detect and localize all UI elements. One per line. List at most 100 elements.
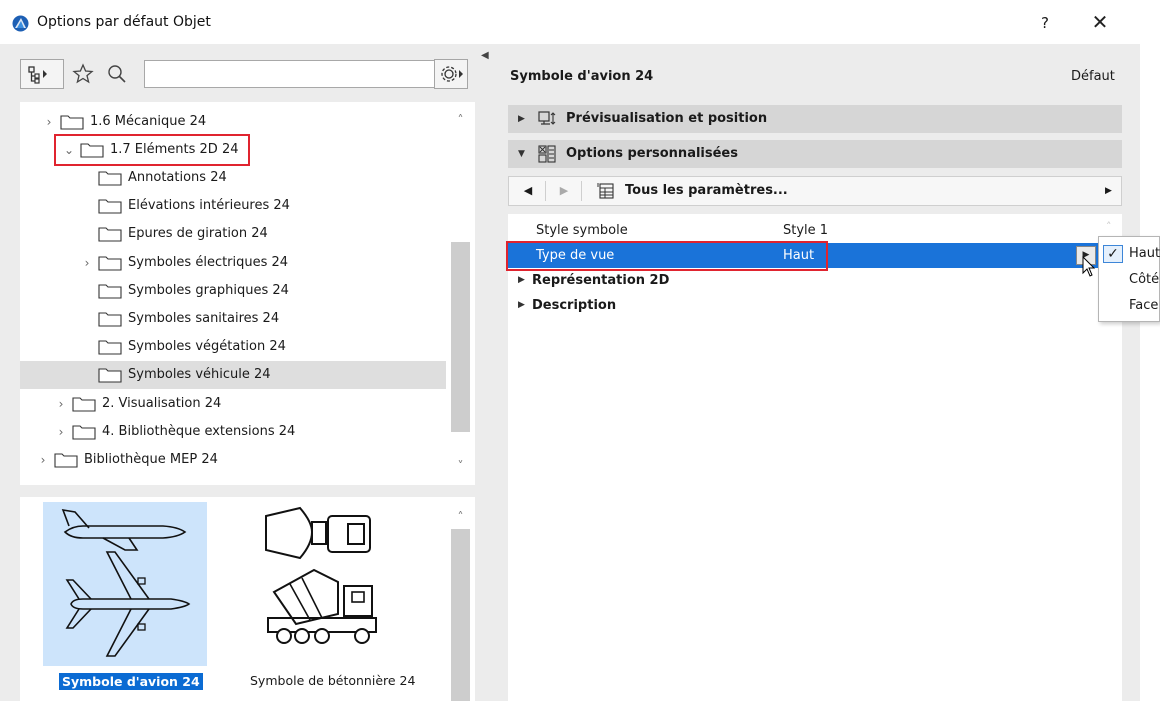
triangle-right-icon: ▶ xyxy=(518,275,525,285)
archicad-logo-icon xyxy=(12,15,29,32)
scroll-thumb[interactable] xyxy=(451,242,470,432)
default-label: Défaut xyxy=(1071,69,1115,84)
settings-pane: Symbole d'avion 24 Défaut ▶ Prévisualisa… xyxy=(506,44,1140,701)
object-preview-grid: Symbole d'avion 24 Symbole de bétonnière… xyxy=(20,497,475,701)
chevron-right-icon[interactable]: › xyxy=(80,249,94,277)
tree-item[interactable]: Annotations 24 xyxy=(20,164,446,192)
scroll-thumb[interactable] xyxy=(451,529,470,701)
parameter-value[interactable]: Style 1 xyxy=(783,218,828,243)
chevron-right-icon[interactable]: › xyxy=(54,390,68,418)
folder-icon xyxy=(98,312,122,327)
library-tree: › 1.6 Mécanique 24 ⌄ 1.7 Eléments 2D 24 … xyxy=(20,102,475,485)
folder-view-button[interactable] xyxy=(20,59,64,89)
scroll-up-arrow-icon[interactable]: ˄ xyxy=(446,507,475,527)
folder-icon xyxy=(60,115,84,130)
folder-icon xyxy=(98,284,122,299)
tree-item-label: Symboles graphiques 24 xyxy=(128,283,289,298)
library-toolbar xyxy=(20,57,476,93)
tree-item[interactable]: Epures de giration 24 xyxy=(20,220,446,248)
tree-item-label: 1.6 Mécanique 24 xyxy=(90,114,207,129)
tree-item-label: Elévations intérieures 24 xyxy=(128,198,290,213)
folder-icon xyxy=(72,397,96,412)
highlight-box xyxy=(54,134,250,166)
chevron-right-icon[interactable]: › xyxy=(36,446,50,474)
folder-icon xyxy=(98,340,122,355)
divider xyxy=(581,181,582,201)
tree-item[interactable]: › Symboles électriques 24 xyxy=(20,249,446,277)
menu-item-face[interactable]: Face xyxy=(1099,293,1160,319)
mouse-cursor-icon xyxy=(1082,256,1096,277)
back-arrow-icon[interactable]: ◀ xyxy=(517,180,539,202)
tree-item-label: 2. Visualisation 24 xyxy=(102,396,222,411)
section-custom-options[interactable]: ▼ Options personnalisées xyxy=(508,140,1122,168)
forward-arrow-icon[interactable]: ▶ xyxy=(553,180,575,202)
section-label: Options personnalisées xyxy=(566,146,738,161)
triangle-right-icon: ▶ xyxy=(518,114,525,124)
tree-scrollbar[interactable]: ˄ ˅ xyxy=(446,102,475,485)
object-thumbnail[interactable]: Symbole de bétonnière 24 xyxy=(240,502,415,698)
help-button[interactable]: ? xyxy=(1030,10,1060,36)
folder-icon xyxy=(98,199,122,214)
tree-item[interactable]: Symboles graphiques 24 xyxy=(20,277,446,305)
folder-icon xyxy=(98,227,122,242)
triangle-down-icon: ▼ xyxy=(518,149,525,159)
object-name: Symbole d'avion 24 xyxy=(510,69,654,84)
chevron-right-icon[interactable]: › xyxy=(54,418,68,446)
scroll-down-arrow-icon[interactable]: ˅ xyxy=(446,456,475,476)
preview-scrollbar[interactable]: ˄ xyxy=(446,497,475,701)
tree-item-label: Symboles végétation 24 xyxy=(128,339,286,354)
dropdown-arrow-icon[interactable]: ▶ xyxy=(1105,177,1112,205)
favorites-button[interactable] xyxy=(70,61,96,87)
menu-item-cote[interactable]: Côté xyxy=(1099,267,1160,293)
object-thumbnail[interactable]: Symbole d'avion 24 xyxy=(43,502,207,698)
scroll-up-arrow-icon[interactable]: ˄ xyxy=(1106,220,1112,233)
tree-item[interactable]: Elévations intérieures 24 xyxy=(20,192,446,220)
folder-tree-icon xyxy=(28,66,47,84)
tree-item[interactable]: › 4. Bibliothèque extensions 24 xyxy=(20,418,446,446)
preview-position-icon xyxy=(538,111,556,125)
section-preview-position[interactable]: ▶ Prévisualisation et position xyxy=(508,105,1122,133)
folder-icon xyxy=(98,256,122,271)
tree-item-label: Epures de giration 24 xyxy=(128,226,268,241)
title-bar: Options par défaut Objet ? ✕ xyxy=(0,0,1160,44)
pane-splitter-arrow[interactable]: ◀ xyxy=(481,50,489,64)
library-settings-button[interactable] xyxy=(434,59,468,89)
parameter-list-icon xyxy=(597,183,614,199)
search-button[interactable] xyxy=(104,61,130,87)
menu-item-label: Face xyxy=(1129,298,1159,313)
parameter-row[interactable]: Style symbole Style 1 xyxy=(508,218,1102,243)
object-thumbnail-label: Symbole de bétonnière 24 xyxy=(250,673,416,688)
menu-item-haut[interactable]: ✓ Haut xyxy=(1099,241,1160,267)
custom-options-icon xyxy=(538,145,556,163)
all-parameters-label[interactable]: Tous les paramètres... xyxy=(625,177,788,205)
tree-item-label: Annotations 24 xyxy=(128,170,227,185)
scroll-up-arrow-icon[interactable]: ˄ xyxy=(446,110,475,130)
group-label: Représentation 2D xyxy=(532,273,670,288)
tree-item[interactable]: Symboles sanitaires 24 xyxy=(20,305,446,333)
close-button[interactable]: ✕ xyxy=(1085,8,1115,36)
folder-icon xyxy=(72,425,96,440)
search-icon xyxy=(108,65,126,83)
tree-item-selected[interactable]: Symboles véhicule 24 xyxy=(20,361,446,389)
divider xyxy=(545,181,546,201)
star-icon xyxy=(72,63,94,84)
section-label: Prévisualisation et position xyxy=(566,111,768,126)
menu-item-label: Haut xyxy=(1129,246,1160,261)
view-type-menu: ✓ Haut Côté Face xyxy=(1098,236,1160,322)
menu-item-label: Côté xyxy=(1129,272,1160,287)
tree-item-label: Symboles sanitaires 24 xyxy=(128,311,280,326)
chevron-right-icon[interactable]: › xyxy=(42,108,56,136)
folder-icon xyxy=(98,171,122,186)
parameter-group[interactable]: ▶ Description xyxy=(508,293,1102,318)
tree-item[interactable]: Symboles végétation 24 xyxy=(20,333,446,361)
tree-item[interactable]: › 2. Visualisation 24 xyxy=(20,390,446,418)
triangle-right-icon: ▶ xyxy=(518,300,525,310)
search-input[interactable] xyxy=(144,60,442,88)
gear-icon xyxy=(441,66,463,82)
tree-item-label: Symboles véhicule 24 xyxy=(128,367,271,382)
parameter-group[interactable]: ▶ Représentation 2D xyxy=(508,268,1102,293)
tree-item[interactable]: › 1.6 Mécanique 24 xyxy=(20,108,446,136)
tree-item[interactable]: › Bibliothèque MEP 24 xyxy=(20,446,446,474)
dialog-body: ◀ › 1.6 Mécanique 24 ⌄ 1.7 Eléments 2D 2… xyxy=(0,44,1140,701)
folder-icon xyxy=(54,453,78,468)
